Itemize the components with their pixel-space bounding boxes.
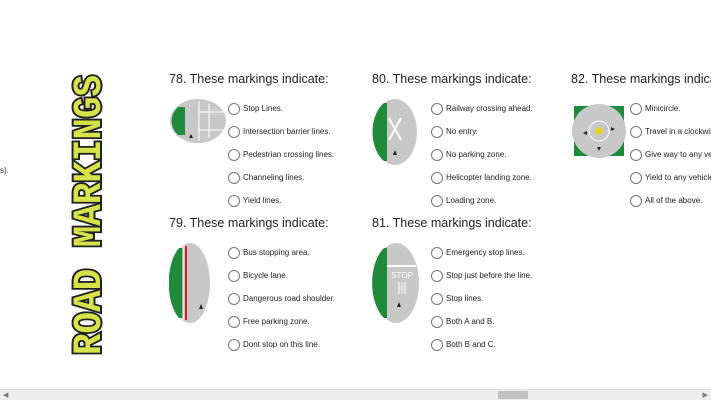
- option-label: Yield lines.: [243, 196, 282, 205]
- answer-option[interactable]: Dangerous road shoulder.: [228, 287, 335, 310]
- radio-button[interactable]: [228, 148, 240, 161]
- radio-button[interactable]: [431, 269, 443, 282]
- answer-option[interactable]: Give way to any vehic: [630, 143, 711, 166]
- answer-options: Emergency stop lines. Stop just before t…: [431, 241, 532, 356]
- option-label: Helicopter landing zone.: [446, 173, 532, 182]
- radio-button[interactable]: [228, 292, 240, 305]
- radio-button[interactable]: [630, 171, 642, 184]
- question-title: 79. These markings indicate:: [169, 216, 329, 230]
- option-label: Pedestrian crossing lines.: [243, 150, 335, 159]
- answer-option[interactable]: Dont stop on this line.: [228, 333, 335, 356]
- option-label: No entry.: [446, 127, 478, 136]
- option-label: Minicircle.: [645, 104, 681, 113]
- option-label: Stop Lines.: [243, 104, 284, 113]
- question-title: 81. These markings indicate:: [372, 216, 532, 230]
- answer-option[interactable]: Bicycle lane.: [228, 264, 335, 287]
- radio-button[interactable]: [431, 338, 443, 351]
- question-title: 82. These markings indicate: [571, 72, 711, 86]
- option-label: Stop just before the line.: [446, 271, 533, 280]
- option-label: Intersection barrier lines.: [243, 127, 331, 136]
- mini-roundabout-markings-icon: [572, 104, 626, 158]
- answer-option[interactable]: Travel in a clockwise: [630, 120, 711, 143]
- radio-button[interactable]: [228, 125, 240, 138]
- answer-option[interactable]: Loading zone.: [431, 189, 533, 212]
- option-label: No parking zone.: [446, 150, 507, 159]
- answer-option[interactable]: Intersection barrier lines.: [228, 120, 334, 143]
- radio-button[interactable]: [630, 148, 642, 161]
- radio-button[interactable]: [228, 246, 240, 259]
- scrollbar-thumb[interactable]: [498, 391, 528, 399]
- pedestrian-crossing-markings-icon: [170, 99, 226, 143]
- option-label: Channeling lines.: [243, 173, 305, 182]
- red-edge-line-markings-icon: [169, 243, 210, 323]
- radio-button[interactable]: [431, 125, 443, 138]
- option-label: Bus stopping area.: [243, 248, 310, 257]
- answer-option[interactable]: Pedestrian crossing lines.: [228, 143, 334, 166]
- answer-option[interactable]: Yield lines.: [228, 189, 334, 212]
- answer-option[interactable]: Helicopter landing zone.: [431, 166, 533, 189]
- question-82: 82. These markings indicate Minicircle. …: [571, 72, 711, 212]
- radio-button[interactable]: [431, 315, 443, 328]
- radio-button[interactable]: [228, 315, 240, 328]
- radio-button[interactable]: [431, 292, 443, 305]
- option-label: Dangerous road shoulder.: [243, 294, 336, 303]
- option-label: Yield to any vehicle: [645, 173, 711, 182]
- answer-option[interactable]: No entry.: [431, 120, 533, 143]
- option-label: Both A and B.: [446, 317, 495, 326]
- answer-option[interactable]: All of the above.: [630, 189, 711, 212]
- answer-option[interactable]: Railway crossing ahead.: [431, 97, 533, 120]
- radio-button[interactable]: [431, 246, 443, 259]
- radio-button[interactable]: [630, 102, 642, 115]
- radio-button[interactable]: [228, 194, 240, 207]
- radio-button[interactable]: [630, 125, 642, 138]
- answer-options: Railway crossing ahead. No entry. No par…: [431, 97, 533, 212]
- option-label: Both B and C.: [446, 340, 496, 349]
- answer-options: Bus stopping area. Bicycle lane. Dangero…: [228, 241, 335, 356]
- radio-button[interactable]: [228, 171, 240, 184]
- cut-off-text-fragment: s).: [0, 166, 9, 175]
- answer-option[interactable]: Channeling lines.: [228, 166, 334, 189]
- option-label: Railway crossing ahead.: [446, 104, 533, 113]
- answer-option[interactable]: Both B and C.: [431, 333, 532, 356]
- answer-option[interactable]: Emergency stop lines.: [431, 241, 532, 264]
- option-label: Bicycle lane.: [243, 271, 288, 280]
- radio-button[interactable]: [228, 269, 240, 282]
- scroll-right-arrow-icon[interactable]: ▶: [703, 391, 708, 400]
- radio-button[interactable]: [431, 171, 443, 184]
- answer-option[interactable]: Yield to any vehicle: [630, 166, 711, 189]
- answer-option[interactable]: Free parking zone.: [228, 310, 335, 333]
- question-title: 78. These markings indicate:: [169, 72, 329, 86]
- option-label: Travel in a clockwise: [645, 127, 711, 136]
- radio-button[interactable]: [228, 338, 240, 351]
- railway-x-markings-icon: [372, 99, 417, 165]
- answer-options: Minicircle. Travel in a clockwise Give w…: [630, 97, 711, 212]
- answer-option[interactable]: No parking zone.: [431, 143, 533, 166]
- radio-button[interactable]: [431, 148, 443, 161]
- option-label: Emergency stop lines.: [446, 248, 525, 257]
- option-label: Free parking zone.: [243, 317, 310, 326]
- answer-option[interactable]: Stop just before the line.: [431, 264, 532, 287]
- answer-option[interactable]: Minicircle.: [630, 97, 711, 120]
- answer-option[interactable]: Stop lines.: [431, 287, 532, 310]
- answer-option[interactable]: Bus stopping area.: [228, 241, 335, 264]
- stop-line-markings-icon: STOP: [372, 243, 419, 323]
- radio-button[interactable]: [431, 194, 443, 207]
- answer-option[interactable]: Stop Lines.: [228, 97, 334, 120]
- road-markings-banner: ROAD MARKINGS: [66, 73, 115, 357]
- option-label: All of the above.: [645, 196, 703, 205]
- option-label: Give way to any vehic: [645, 150, 711, 159]
- radio-button[interactable]: [431, 102, 443, 115]
- option-label: Loading zone.: [446, 196, 497, 205]
- radio-button[interactable]: [630, 194, 642, 207]
- scroll-left-arrow-icon[interactable]: ◀: [3, 391, 8, 400]
- answer-options: Stop Lines. Intersection barrier lines. …: [228, 97, 334, 212]
- svg-text:STOP: STOP: [391, 271, 413, 280]
- question-title: 80. These markings indicate:: [372, 72, 532, 86]
- horizontal-scrollbar[interactable]: ◀ ▶: [0, 389, 711, 400]
- radio-button[interactable]: [228, 102, 240, 115]
- option-label: Dont stop on this line.: [243, 340, 320, 349]
- answer-option[interactable]: Both A and B.: [431, 310, 532, 333]
- option-label: Stop lines.: [446, 294, 484, 303]
- banner-title: ROAD MARKINGS: [68, 75, 113, 355]
